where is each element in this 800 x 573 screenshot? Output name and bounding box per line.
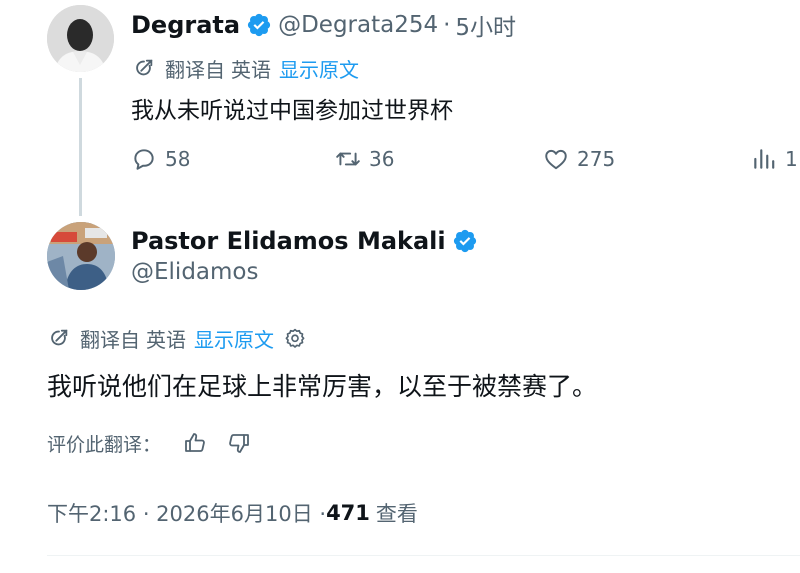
handle[interactable]: @Degrata254 [278, 12, 438, 38]
rate-translation-label: 评价此翻译： [47, 433, 162, 456]
tweet-header: Pastor Elidamos Makali [131, 224, 478, 258]
avatar-elidamos-image [47, 222, 115, 290]
retweet-icon [336, 152, 360, 166]
source-language: 英语 [146, 327, 186, 352]
translate-icon [133, 57, 155, 79]
tweet-text: 我听说他们在足球上非常厉害，以至于被禁赛了。 [47, 372, 598, 401]
like-count: 275 [577, 147, 616, 171]
like-button[interactable]: 275 [543, 146, 615, 172]
timestamp[interactable]: 5小时 [455, 8, 516, 42]
translated-from-label: 翻译自 [80, 327, 140, 352]
translate-icon [48, 327, 70, 349]
heart-icon [545, 149, 567, 170]
verified-badge-icon [246, 12, 272, 38]
rate-translation: 评价此翻译： [47, 428, 251, 458]
views-label: 查看 [375, 502, 418, 526]
views-count: 471 [326, 501, 370, 525]
reply-icon [134, 149, 154, 170]
reply-button[interactable]: 58 [131, 146, 190, 172]
tweet-actions-bar: 58 36 275 1 [131, 146, 800, 178]
retweet-button[interactable]: 36 [335, 146, 394, 172]
translated-from-label: 翻译自 [165, 57, 225, 82]
translation-notice: 翻译自 英语 显示原文 [48, 323, 306, 353]
tweet-text: 我从未听说过中国参加过世界杯 [131, 98, 453, 124]
avatar-degrata-image [47, 5, 114, 72]
handle[interactable]: @Elidamos [131, 259, 258, 285]
view-count: 1 [785, 147, 798, 171]
display-name[interactable]: Pastor Elidamos Makali [131, 227, 446, 255]
gear-icon[interactable] [284, 327, 306, 349]
show-original-link[interactable]: 显示原文 [194, 324, 274, 353]
thumbs-up-icon[interactable] [183, 431, 207, 455]
avatar[interactable] [47, 222, 115, 290]
views-bar-chart-icon [754, 149, 775, 169]
tweet-timestamp[interactable]: 下午2:16 · 2026年6月10日 · [47, 498, 326, 528]
tweet-meta: 下午2:16 · 2026年6月10日 · 471 查看 [47, 497, 418, 529]
divider [47, 555, 800, 556]
display-name[interactable]: Degrata [131, 11, 240, 39]
avatar[interactable] [47, 5, 114, 72]
views-button[interactable]: 1 [751, 146, 798, 172]
thread-connector-line [79, 78, 82, 216]
show-original-link[interactable]: 显示原文 [279, 54, 359, 83]
translation-notice: 翻译自 英语 显示原文 [133, 53, 359, 83]
tweet-header: Degrata @Degrata254 · 5小时 [131, 8, 516, 42]
source-language: 英语 [231, 57, 271, 82]
verified-badge-icon [452, 228, 478, 254]
retweet-count: 36 [369, 147, 395, 171]
reply-count: 58 [165, 147, 191, 171]
thumbs-down-icon[interactable] [227, 431, 251, 455]
separator-dot: · [443, 12, 451, 38]
